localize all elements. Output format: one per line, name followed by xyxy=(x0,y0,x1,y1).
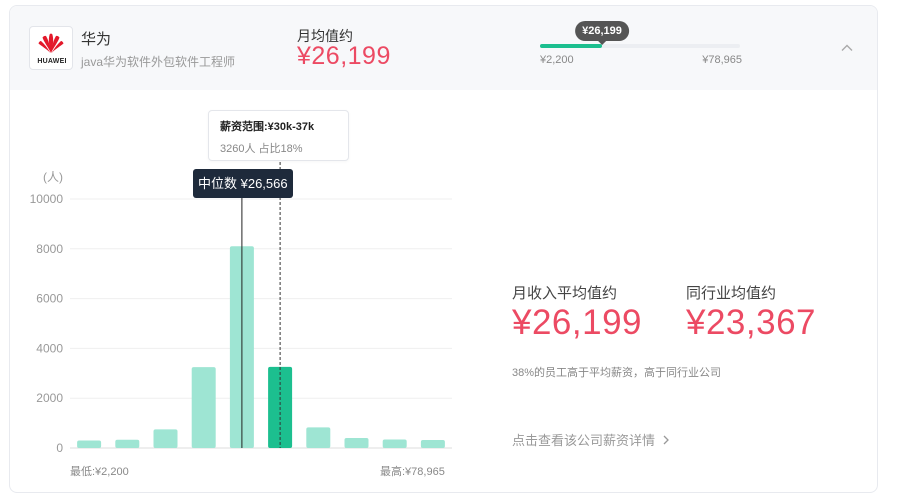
tooltip-range: 薪资范围:¥30k-37k xyxy=(220,121,315,133)
chevron-up-icon xyxy=(841,44,853,51)
y-tick-label: 4000 xyxy=(36,341,63,355)
y-tick-label: 10000 xyxy=(30,192,64,206)
huawei-logo-icon xyxy=(38,33,64,53)
salary-range-fill xyxy=(540,44,602,48)
y-tick-label: 6000 xyxy=(36,292,63,306)
company-name[interactable]: 华为 xyxy=(81,28,111,49)
chart-max-label: 最高:¥78,965 xyxy=(380,466,445,478)
industry-avg-value: ¥23,367 xyxy=(686,303,817,342)
logo-wordmark: HUAWEI xyxy=(37,58,67,65)
chart-bar[interactable] xyxy=(115,439,140,448)
chart-bar[interactable] xyxy=(306,427,331,448)
monthly-income-value: ¥26,199 xyxy=(512,303,643,342)
collapse-button[interactable] xyxy=(839,40,855,56)
salary-range-bar xyxy=(540,44,740,48)
median-tag: 中位数 ¥26,566 xyxy=(193,169,293,198)
salary-range-tooltip: ¥26,199 xyxy=(575,21,629,45)
y-tick-label: 0 xyxy=(56,441,63,455)
chart-bar[interactable] xyxy=(382,439,407,448)
tooltip-detail: 3260人 占比18% xyxy=(220,143,303,155)
chart-bar[interactable] xyxy=(153,429,178,448)
chart-grid xyxy=(70,198,452,449)
y-axis-unit: (人) xyxy=(43,170,63,184)
bar-tooltip: 薪资范围:¥30k-37k 3260人 占比18% xyxy=(208,110,349,161)
y-tick-label: 8000 xyxy=(36,242,63,256)
industry-avg-label: 同行业均值约 xyxy=(686,285,777,302)
avg-salary-value: ¥26,199 xyxy=(297,42,391,70)
chart-min-label: 最低:¥2,200 xyxy=(70,466,129,478)
range-min-label: ¥2,200 xyxy=(540,54,574,66)
salary-card: HUAWEI 华为 java华为软件外包软件工程师 月均值约 ¥26,199 ¥… xyxy=(9,5,878,493)
chart-bars xyxy=(77,246,445,448)
chart-bar[interactable] xyxy=(420,440,445,448)
chevron-right-icon xyxy=(663,435,669,445)
chart-bar[interactable] xyxy=(344,438,369,448)
industry-avg-stat: 同行业均值约 ¥23,367 xyxy=(686,282,816,343)
comparison-note: 38%的员工高于平均薪资，高于同行业公司 xyxy=(512,367,722,379)
y-tick-label: 2000 xyxy=(36,391,63,405)
company-logo: HUAWEI xyxy=(29,26,73,70)
chart-bar[interactable] xyxy=(77,440,102,448)
salary-detail-link-label: 点击查看该公司薪资详情 xyxy=(512,433,656,448)
company-header: HUAWEI 华为 java华为软件外包软件工程师 月均值约 ¥26,199 ¥… xyxy=(10,6,877,90)
range-max-label: ¥78,965 xyxy=(702,54,742,66)
y-axis-ticks: 0 2000 4000 6000 8000 10000 xyxy=(30,192,64,455)
chart-bar[interactable] xyxy=(191,367,216,448)
job-title: java华为软件外包软件工程师 xyxy=(81,55,236,69)
salary-detail-link[interactable]: 点击查看该公司薪资详情 xyxy=(512,430,671,449)
monthly-income-stat: 月收入平均值约 ¥26,199 xyxy=(512,282,642,343)
monthly-income-label: 月收入平均值约 xyxy=(512,285,618,302)
